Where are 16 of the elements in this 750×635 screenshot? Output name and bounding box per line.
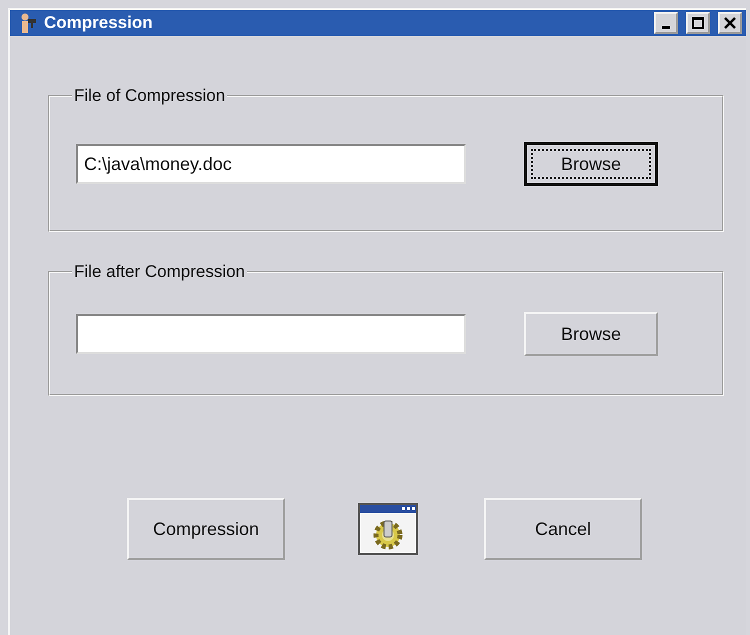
action-button[interactable]: Cancel: [484, 498, 642, 560]
file-path-field[interactable]: C:\java\money.doc: [76, 144, 466, 184]
close-icon: [724, 17, 736, 29]
group-label: File of Compression: [73, 86, 226, 106]
window-title: Compression: [44, 13, 154, 33]
file-path-field[interactable]: [76, 314, 466, 354]
browse-button[interactable]: Browse: [524, 142, 658, 186]
settings-window-icon[interactable]: [358, 503, 418, 555]
close-button[interactable]: [718, 12, 742, 34]
group-label: File after Compression: [73, 262, 246, 282]
minimize-button[interactable]: [654, 12, 678, 34]
action-button[interactable]: Compression: [127, 498, 285, 560]
maximize-button[interactable]: [686, 12, 710, 34]
browse-button[interactable]: Browse: [524, 312, 658, 356]
maximize-icon: [692, 17, 704, 29]
minimize-icon: [662, 26, 670, 28]
